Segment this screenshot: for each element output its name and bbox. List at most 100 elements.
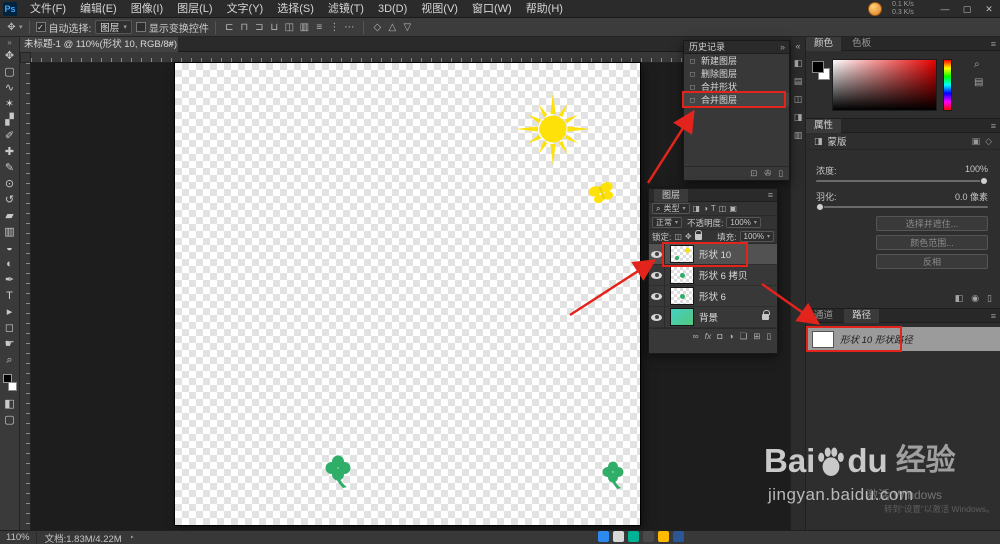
panel-icon-2[interactable]: ▤ (794, 76, 803, 87)
color-range-button[interactable]: 颜色范围... (876, 235, 988, 250)
tab-swatches[interactable]: 色板 (844, 37, 879, 51)
apply-mask-icon[interactable]: ◉ (971, 293, 979, 304)
tab-paths[interactable]: 路径 (844, 309, 880, 323)
auto-select-checkbox[interactable]: ✓ (35, 22, 46, 32)
dodge-tool[interactable]: ◐ (0, 256, 20, 272)
maximize-button[interactable]: ▢ (956, 0, 978, 18)
eye-icon[interactable] (651, 250, 662, 258)
toolbar-collapse-icon[interactable]: » (7, 37, 11, 48)
shape-tool[interactable]: ◻ (0, 320, 20, 336)
eye-icon[interactable] (651, 313, 662, 321)
more-options-icon[interactable]: ⋯ (342, 22, 357, 33)
crop-tool[interactable]: ▞ (0, 112, 20, 128)
layer-thumbnail[interactable] (670, 287, 694, 305)
panel-menu-icon[interactable]: ≡ (991, 119, 996, 133)
align-left-icon[interactable]: ⊏ (222, 22, 237, 33)
taskbar-icon[interactable] (598, 531, 609, 542)
lasso-tool[interactable]: ∿ (0, 80, 20, 96)
taskbar-icon[interactable] (643, 531, 654, 542)
filter-smart-icon[interactable]: ▣ (729, 204, 737, 213)
color-panel-fg-swatch[interactable] (812, 61, 824, 73)
density-slider-knob[interactable] (980, 177, 988, 185)
filter-adjustment-icon[interactable]: ◑ (703, 204, 708, 213)
load-selection-icon[interactable]: ◧ (955, 293, 964, 304)
path-item-row[interactable]: 形状 10 形状路径 (806, 327, 1000, 351)
fill-dropdown[interactable]: 100% ▾ (739, 231, 774, 242)
distribute-h-icon[interactable]: ⋮ (327, 22, 342, 33)
menu-edit[interactable]: 编辑(E) (73, 0, 124, 18)
quick-mask-button[interactable]: ◧ (0, 396, 20, 412)
panel-icon-4[interactable]: ◨ (794, 112, 803, 123)
taskbar-icon[interactable] (658, 531, 669, 542)
layer-row-shape-6-copy[interactable]: 形状 6 拷贝 (649, 264, 777, 286)
photoshop-logo-icon[interactable]: Ps (3, 1, 17, 16)
canvas[interactable] (175, 63, 640, 525)
eraser-tool[interactable]: ▰ (0, 208, 20, 224)
menu-filter[interactable]: 滤镜(T) (321, 0, 371, 18)
swatch-grid-icon[interactable]: ▤ (974, 77, 983, 88)
delete-mask-icon[interactable]: ▯ (987, 293, 992, 304)
adjustment-layer-icon[interactable]: ◑ (728, 331, 733, 341)
zoom-level[interactable]: 110% (0, 532, 37, 543)
align-center-h-icon[interactable]: ⊓ (237, 22, 252, 33)
taskbar-icon[interactable] (628, 531, 639, 542)
history-entry[interactable]: ◻ 删除图层 (684, 67, 789, 80)
layer-name[interactable]: 形状 10 (699, 247, 731, 261)
pixel-mask-icon[interactable]: ▣ (972, 136, 981, 147)
feather-slider-knob[interactable] (816, 203, 824, 211)
align-top-icon[interactable]: ⊔ (267, 22, 282, 33)
current-tool-icon[interactable]: ✥ (4, 22, 19, 33)
auto-select-dropdown[interactable]: 图层 ▾ (95, 20, 132, 34)
history-entry[interactable]: ◻ 新建图层 (684, 54, 789, 67)
menu-file[interactable]: 文件(F) (23, 0, 73, 18)
layer-name[interactable]: 形状 6 (699, 289, 726, 303)
gradient-tool[interactable]: ▥ (0, 224, 20, 240)
filter-type-icon[interactable]: T (711, 204, 716, 213)
library-search-icon[interactable]: ⌕ (974, 59, 980, 70)
menu-help[interactable]: 帮助(H) (519, 0, 570, 18)
menu-view[interactable]: 视图(V) (414, 0, 465, 18)
panel-menu-icon[interactable]: ≡ (991, 37, 996, 51)
invert-button[interactable]: 反相 (876, 254, 988, 269)
eyedropper-tool[interactable]: ✐ (0, 128, 20, 144)
menu-3d[interactable]: 3D(D) (371, 0, 414, 18)
background-color-swatch[interactable] (7, 382, 17, 391)
3d-mode-icon-1[interactable]: ◇ (370, 22, 385, 33)
status-flyout-icon[interactable]: ‣ (130, 533, 135, 542)
add-mask-icon[interactable]: ◘ (717, 331, 722, 341)
eye-icon[interactable] (651, 292, 662, 300)
clone-stamp-tool[interactable]: ⊙ (0, 176, 20, 192)
delete-layer-icon[interactable]: ▯ (766, 331, 771, 342)
align-right-icon[interactable]: ⊐ (252, 22, 267, 33)
new-group-icon[interactable]: ❏ (740, 331, 748, 342)
close-button[interactable]: ✕ (978, 0, 1000, 18)
layer-name[interactable]: 形状 6 拷贝 (699, 268, 748, 282)
eye-icon[interactable] (651, 271, 662, 279)
select-and-mask-button[interactable]: 选择并遮住... (876, 216, 988, 231)
3d-mode-icon-3[interactable]: ▽ (400, 22, 415, 33)
lock-all-icon[interactable] (694, 229, 703, 240)
new-snapshot-icon[interactable]: ✇ (764, 168, 771, 179)
color-swatches[interactable] (0, 372, 20, 396)
foreground-color-swatch[interactable] (2, 374, 12, 383)
layer-style-icon[interactable]: fx (705, 331, 712, 341)
panel-icon-3[interactable]: ◫ (794, 94, 803, 105)
history-brush-tool[interactable]: ↺ (0, 192, 20, 208)
visibility-cell[interactable] (649, 264, 665, 286)
vector-mask-icon[interactable]: ◇ (985, 136, 992, 147)
hand-tool[interactable]: ☛ (0, 336, 20, 352)
tab-channels[interactable]: 通道 (806, 309, 841, 323)
layers-menu-icon[interactable]: ≡ (768, 189, 773, 202)
new-document-from-state-icon[interactable]: ⊡ (750, 168, 757, 179)
saturation-brightness-field[interactable] (832, 59, 937, 111)
taskbar-icon[interactable] (613, 531, 624, 542)
expand-panels-icon[interactable]: « (795, 41, 800, 51)
align-middle-icon[interactable]: ◫ (282, 22, 297, 33)
visibility-cell[interactable] (649, 306, 665, 328)
menu-select[interactable]: 选择(S) (270, 0, 321, 18)
menu-type[interactable]: 文字(Y) (220, 0, 271, 18)
panel-icon-1[interactable]: ◧ (794, 58, 803, 69)
layer-row-shape-10[interactable]: 形状 10 (649, 243, 777, 265)
history-entry[interactable]: ◻ 合并形状 (684, 80, 789, 93)
density-value[interactable]: 100% (965, 164, 988, 174)
